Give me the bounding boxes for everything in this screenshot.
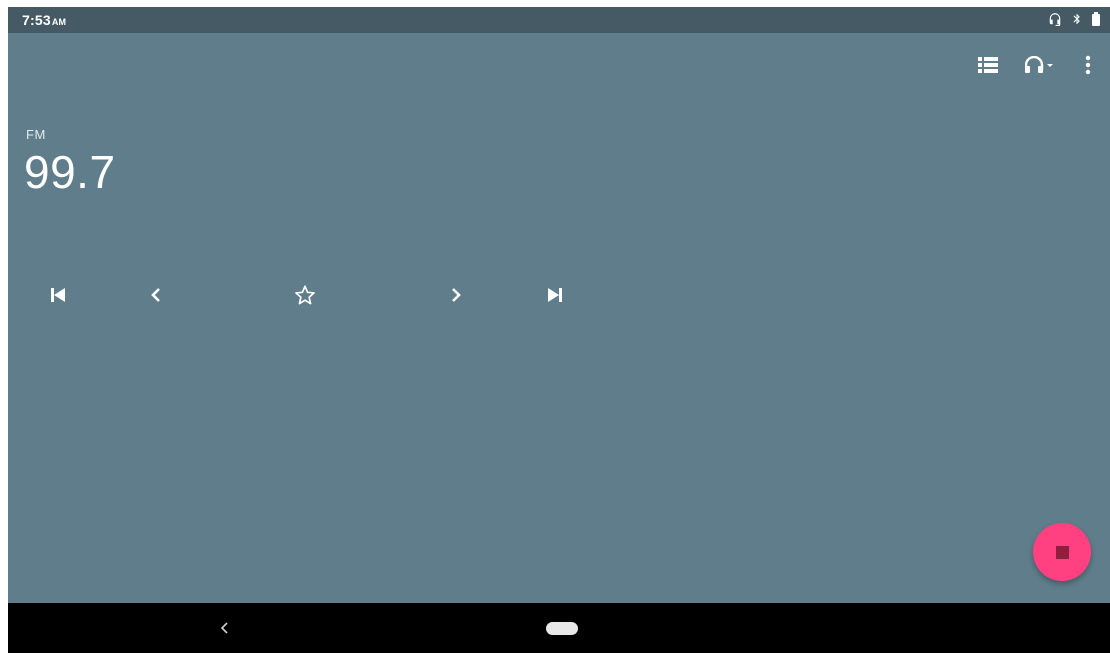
favorite-button[interactable] <box>293 284 317 311</box>
home-pill[interactable] <box>546 622 578 635</box>
audio-output-button[interactable] <box>1020 55 1060 79</box>
overflow-menu-button[interactable] <box>1078 55 1098 79</box>
tune-down-button[interactable] <box>144 285 168 309</box>
station-list-icon <box>978 56 998 79</box>
headphones-audio-output-icon <box>1024 55 1055 79</box>
status-icons <box>1048 12 1100 26</box>
status-clock: 7:53AM <box>22 12 66 28</box>
seek-previous-icon <box>51 287 65 307</box>
status-time-ampm: AM <box>51 17 67 27</box>
favorite-star-icon <box>294 284 316 311</box>
seek-previous-button[interactable] <box>46 285 70 309</box>
stop-radio-fab[interactable] <box>1033 523 1091 581</box>
back-button[interactable] <box>213 616 237 640</box>
status-bar: 7:53AM <box>8 7 1110 33</box>
tune-up-icon <box>451 287 461 307</box>
frequency-display: 99.7 <box>24 146 116 198</box>
seek-next-icon <box>548 287 562 307</box>
seek-next-button[interactable] <box>543 285 567 309</box>
headset-icon <box>1048 12 1062 26</box>
toolbar-actions <box>910 55 1110 79</box>
stop-icon <box>1055 545 1069 559</box>
band-label: FM <box>26 127 46 142</box>
back-icon <box>213 622 237 644</box>
tune-up-button[interactable] <box>444 285 468 309</box>
status-time-value: 7:53 <box>22 12 51 28</box>
overflow-menu-icon <box>1085 55 1091 80</box>
tune-down-icon <box>151 287 161 307</box>
navigation-bar <box>8 603 1110 653</box>
bluetooth-icon <box>1071 12 1083 26</box>
battery-icon <box>1092 12 1100 26</box>
fm-radio-screen: 7:53AM FM 99.7 <box>8 7 1110 653</box>
station-list-button[interactable] <box>976 55 1000 79</box>
